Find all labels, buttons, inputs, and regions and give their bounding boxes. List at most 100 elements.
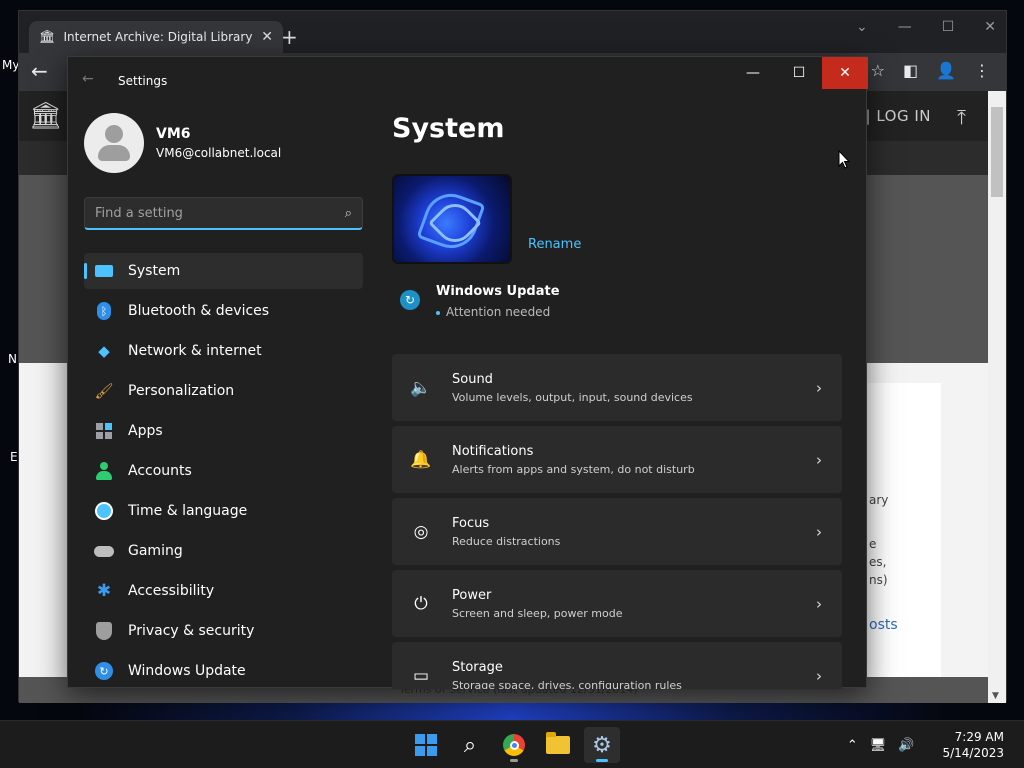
card-focus[interactable]: ◎ Focus Reduce distractions › [392,498,842,565]
sidebar-item-network[interactable]: ◆ Network & internet [84,333,363,369]
sidebar-item-accounts[interactable]: Accounts [84,453,363,489]
focus-icon: ◎ [413,521,429,542]
settings-taskbar-button[interactable]: ⚙ [584,727,620,763]
storage-icon: ▭ [412,665,430,686]
back-arrow-icon[interactable]: ← [82,71,94,87]
search-button[interactable]: ⌕ [452,727,488,763]
gamepad-icon [94,541,114,561]
chrome-toolbar-icons: ☆ ◧ 👤 ⋮ [871,61,990,80]
maximize-icon[interactable]: ☐ [942,19,955,35]
rename-link[interactable]: Rename [528,237,581,252]
close-button[interactable]: ✕ [822,57,868,89]
card-subtitle: Storage space, drives, configuration rul… [452,678,682,690]
card-subtitle: Reduce distractions [452,534,561,548]
card-subtitle: Alerts from apps and system, do not dist… [452,462,695,476]
running-indicator [596,759,608,762]
desktop-icon-label[interactable]: N [8,352,17,366]
web-link[interactable]: osts [869,617,898,633]
scrollbar-thumb[interactable] [991,107,1003,197]
network-icon[interactable]: 🖥 [870,738,887,753]
sync-icon: ↻ [94,661,114,681]
monitor-icon [94,261,114,281]
user-name: VM6 [156,126,191,142]
sync-icon: ↻ [400,290,420,310]
speaker-icon: 🔈 [410,377,432,398]
avatar [84,113,144,173]
sidebar-item-label: Accounts [128,463,192,479]
file-explorer-button[interactable] [540,727,576,763]
sidebar-item-label: System [128,263,181,279]
back-arrow-icon[interactable]: ← [31,59,48,83]
desktop-icon-label[interactable]: E [10,450,18,464]
wifi-icon: ◆ [98,342,110,360]
chrome-tab[interactable]: 🏛 Internet Archive: Digital Library o ✕ [29,21,283,53]
tab-title: Internet Archive: Digital Library o [63,30,254,44]
profile-icon[interactable]: 👤 [936,61,956,80]
sidebar-item-apps[interactable]: Apps [84,413,363,449]
maximize-button[interactable]: ☐ [776,57,822,89]
clock-globe-icon [94,501,114,521]
card-subtitle: Volume levels, output, input, sound devi… [452,390,693,404]
sidebar-item-label: Windows Update [128,663,246,679]
minimize-icon[interactable]: — [898,19,912,35]
brush-icon: 🖌 [94,382,114,400]
minimize-button[interactable]: — [730,57,776,89]
desktop-icon-label[interactable]: My [2,58,19,72]
sidebar-item-label: Personalization [128,383,235,399]
sidebar-item-privacy[interactable]: Privacy & security [84,613,363,649]
start-button[interactable] [408,727,444,763]
new-tab-button[interactable]: + [281,25,298,49]
card-storage[interactable]: ▭ Storage Storage space, drives, configu… [392,642,842,689]
device-wallpaper-thumbnail [392,174,512,264]
sidebar-item-time-language[interactable]: Time & language [84,493,363,529]
person-icon [94,461,114,481]
scroll-down-icon[interactable]: ▼ [992,691,999,701]
tray-icons: ⌃ 🖥 🔊 [847,738,915,753]
windows-update-status[interactable]: ↻ Windows Update Attention needed [392,284,844,319]
settings-titlebar[interactable]: ← Settings — ☐ ✕ [68,57,868,89]
chevron-down-icon[interactable]: ⌄ [856,19,868,35]
chrome-taskbar-button[interactable] [496,727,532,763]
sidebar-item-windows-update[interactable]: ↻ Windows Update [84,653,363,689]
chevron-up-icon[interactable]: ⌃ [847,738,858,753]
close-icon[interactable]: ✕ [984,19,996,35]
search-input[interactable] [95,205,345,221]
sidebar-item-system[interactable]: System [84,253,363,289]
search-icon[interactable]: ⌕ [345,206,352,221]
sidebar-item-accessibility[interactable]: ✱ Accessibility [84,573,363,609]
scrollbar[interactable]: ▼ [988,91,1006,703]
card-power[interactable]: ⏻ Power Screen and sleep, power mode › [392,570,842,637]
avatar-body-icon [98,145,130,161]
web-text: es, [869,555,887,569]
chevron-right-icon: › [816,522,822,541]
archive-logo-icon: 🏛 [39,29,56,45]
apps-icon [94,421,114,441]
mouse-cursor-icon [838,150,850,169]
sidebar-item-personalization[interactable]: 🖌 Personalization [84,373,363,409]
sidebar-item-label: Accessibility [128,583,215,599]
sidebar-item-label: Gaming [128,543,183,559]
sidepanel-icon[interactable]: ◧ [903,61,918,80]
sidebar-item-gaming[interactable]: Gaming [84,533,363,569]
shield-icon [94,621,114,641]
windows-logo-icon [415,734,437,756]
card-notifications[interactable]: 🔔 Notifications Alerts from apps and sys… [392,426,842,493]
user-profile[interactable]: VM6 VM6@collabnet.local [84,113,281,173]
sidebar-item-bluetooth[interactable]: ᛒ Bluetooth & devices [84,293,363,329]
card-title: Sound [452,371,493,387]
tab-close-icon[interactable]: ✕ [261,29,273,45]
web-text: e [869,537,877,551]
sidebar-item-label: Apps [128,423,163,439]
volume-icon[interactable]: 🔊 [898,738,914,753]
star-icon[interactable]: ☆ [871,61,885,80]
card-title: Focus [452,515,490,531]
settings-main: System Rename ↻ Windows Update Attention… [392,113,844,319]
more-icon[interactable]: ⋮ [974,61,990,80]
search-box[interactable]: ⌕ [84,197,363,230]
card-sound[interactable]: 🔈 Sound Volume levels, output, input, so… [392,354,842,421]
archive-logo-icon[interactable]: 🏛 [29,101,62,131]
bluetooth-icon: ᛒ [94,301,114,321]
upload-icon[interactable]: ⤒ [957,105,966,129]
clock[interactable]: 7:29 AM 5/14/2023 [942,729,1004,761]
accessibility-icon: ✱ [96,581,112,601]
